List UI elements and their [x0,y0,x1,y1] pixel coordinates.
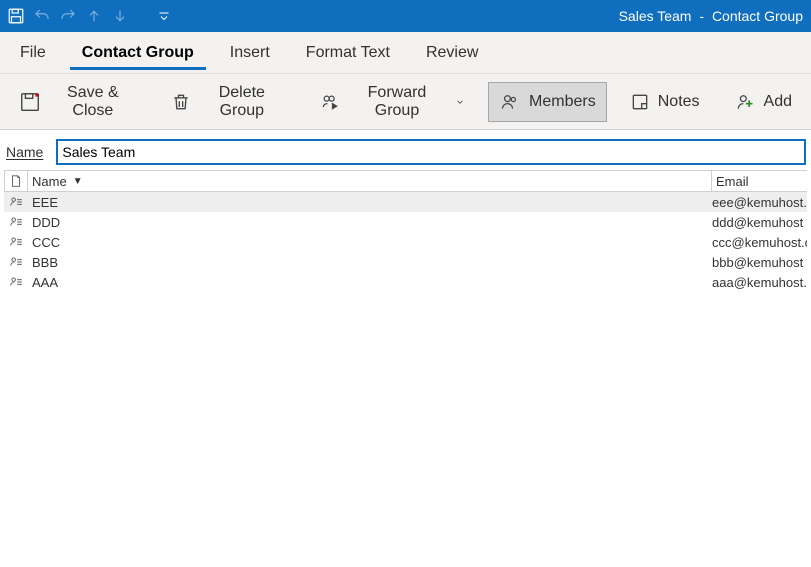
tab-format-text[interactable]: Format Text [294,36,402,70]
up-arrow-icon[interactable] [84,6,104,26]
save-and-close-button[interactable]: Save & Close [8,82,148,122]
notes-button[interactable]: Notes [619,82,711,122]
group-name-input[interactable] [57,140,805,164]
member-icon [4,255,28,269]
add-label: Add [764,93,792,111]
table-row[interactable]: DDDddd@kemuhost [4,212,807,232]
members-button[interactable]: Members [488,82,607,122]
ribbon-commands: Save & Close Delete Group Forward Group … [0,74,811,130]
cell-email: ccc@kemuhost.c [712,235,807,250]
cell-name: EEE [28,195,712,210]
forward-group-button[interactable]: Forward Group [308,82,476,122]
save-icon[interactable] [6,6,26,26]
add-button[interactable]: Add [723,82,803,122]
column-header-icon[interactable] [4,171,28,191]
cell-name: BBB [28,255,712,270]
cell-name: CCC [28,235,712,250]
trash-icon [171,92,191,112]
ribbon-tabs: File Contact Group Insert Format Text Re… [0,32,811,74]
members-label: Members [529,93,596,111]
member-icon [4,235,28,249]
cell-name: AAA [28,275,712,290]
redo-icon[interactable] [58,6,78,26]
title-separator: - [699,8,704,24]
members-icon [499,92,521,112]
forward-group-label: Forward Group [349,84,445,120]
cell-email: eee@kemuhost. [712,195,807,210]
sort-descending-icon: ▼ [73,176,83,187]
save-close-icon [19,91,41,113]
chevron-down-icon [455,97,465,107]
table-row[interactable]: BBBbbb@kemuhost [4,252,807,272]
table-row[interactable]: CCCccc@kemuhost.c [4,232,807,252]
notes-label: Notes [658,93,700,111]
member-icon [4,275,28,289]
name-field-row: Name [0,130,811,170]
qat-customize-icon[interactable] [158,10,170,22]
save-and-close-label: Save & Close [49,84,137,120]
member-icon [4,195,28,209]
members-grid: Name ▼ Email EEEeee@kemuhost.DDDddd@kemu… [0,170,811,292]
column-header-email[interactable]: Email [712,171,807,191]
delete-group-label: Delete Group [199,84,285,120]
undo-icon[interactable] [32,6,52,26]
down-arrow-icon[interactable] [110,6,130,26]
column-header-email-label: Email [716,174,749,189]
tab-insert[interactable]: Insert [218,36,282,70]
title-bar: Sales Team - Contact Group [0,0,811,32]
table-row[interactable]: EEEeee@kemuhost. [4,192,807,212]
column-header-name[interactable]: Name ▼ [28,171,712,191]
tab-contact-group[interactable]: Contact Group [70,36,206,70]
member-icon [4,215,28,229]
title-context: Contact Group [712,8,803,24]
tab-review[interactable]: Review [414,36,490,70]
cell-name: DDD [28,215,712,230]
tab-file[interactable]: File [8,36,58,70]
cell-email: aaa@kemuhost.c [712,275,807,290]
grid-rows: EEEeee@kemuhost.DDDddd@kemuhostCCCccc@ke… [4,192,807,292]
forward-group-icon [319,92,341,112]
window-title: Sales Team - Contact Group [170,8,805,24]
title-doc-name: Sales Team [619,8,692,24]
cell-email: bbb@kemuhost [712,255,807,270]
delete-group-button[interactable]: Delete Group [160,82,296,122]
notes-icon [630,92,650,112]
table-row[interactable]: AAAaaa@kemuhost.c [4,272,807,292]
cell-email: ddd@kemuhost [712,215,807,230]
column-header-name-label: Name [32,174,67,189]
name-label: Name [6,144,43,160]
add-member-icon [734,92,756,112]
quick-access-toolbar [6,6,170,26]
grid-header: Name ▼ Email [4,170,807,192]
